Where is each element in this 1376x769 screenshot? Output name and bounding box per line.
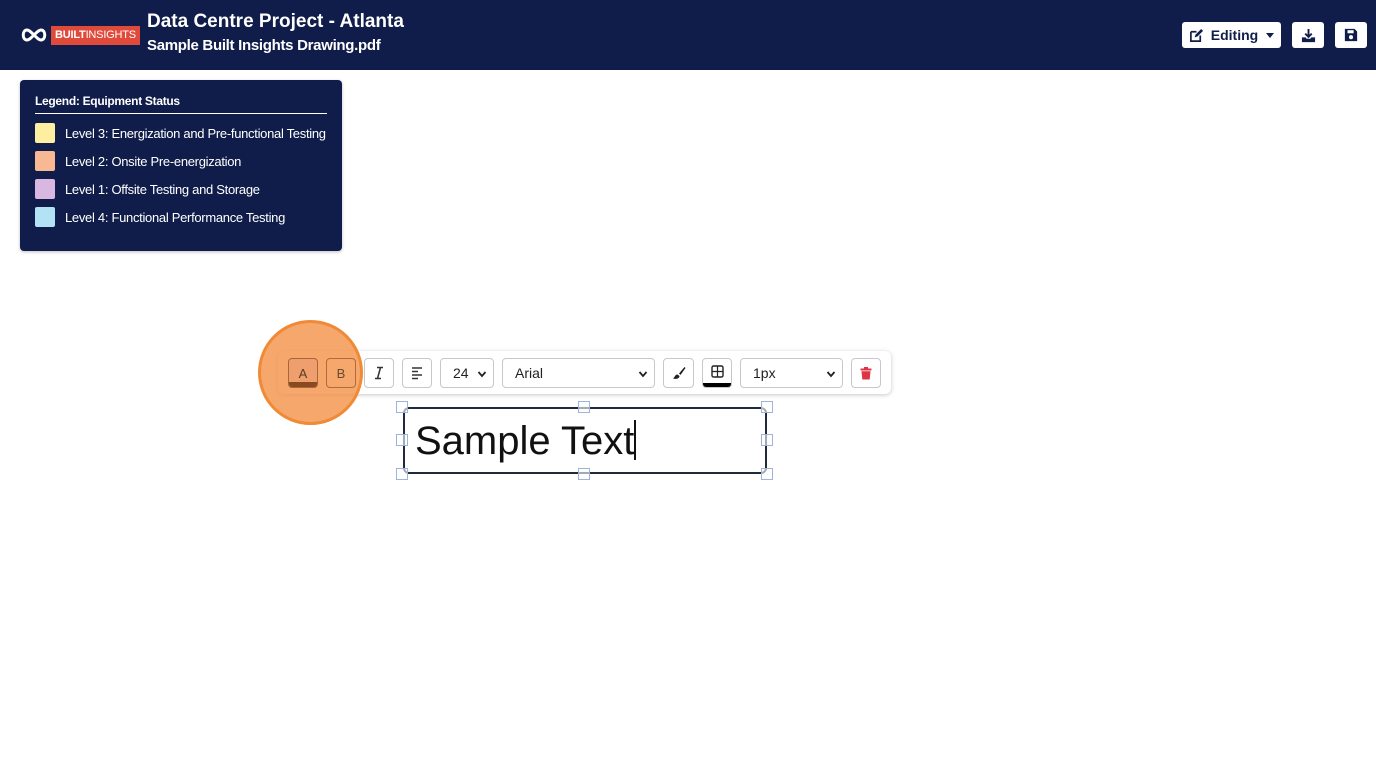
font-size-select[interactable]: 24 [440, 358, 494, 388]
legend-item: Level 3: Energization and Pre-functional… [35, 123, 326, 143]
resize-handle-bottom-right[interactable] [761, 468, 773, 480]
infinity-logo-icon [21, 28, 47, 42]
border-width-value: 1px [753, 365, 776, 381]
border-width-select[interactable]: 1px [740, 358, 843, 388]
legend-item-label: Level 4: Functional Performance Testing [65, 209, 286, 225]
resize-handle-top-left[interactable] [396, 401, 408, 413]
legend-item-label: Level 2: Onsite Pre-energization [65, 153, 242, 169]
text-align-button[interactable] [402, 358, 432, 388]
mode-button-label: Editing [1210, 27, 1259, 43]
font-size-value: 24 [453, 365, 469, 381]
background-color-button[interactable]: B [326, 358, 356, 388]
align-left-icon [412, 367, 422, 380]
background-color-label: B [336, 365, 346, 381]
legend-swatch-yellow [35, 123, 55, 143]
text-color-button[interactable]: A [288, 358, 318, 388]
top-navigation-bar: BUILTINSIGHTS Data Centre Project - Atla… [0, 0, 1376, 70]
chevron-down-icon [1266, 32, 1275, 38]
equipment-status-legend: Legend: Equipment Status Level 3: Energi… [20, 80, 342, 251]
text-color-label: A [298, 365, 308, 381]
download-icon [1301, 28, 1315, 42]
brush-icon [672, 367, 685, 379]
mode-dropdown-button[interactable]: Editing [1182, 22, 1281, 48]
legend-item-label: Level 3: Energization and Pre-functional… [65, 125, 326, 141]
resize-handle-left[interactable] [396, 434, 408, 446]
brush-style-button[interactable] [663, 358, 694, 388]
legend-item: Level 2: Onsite Pre-energization [35, 151, 241, 171]
legend-item: Level 1: Offsite Testing and Storage [35, 179, 260, 199]
download-button[interactable] [1292, 22, 1324, 48]
resize-handle-bottom[interactable] [578, 468, 590, 480]
border-color-swatch [703, 383, 731, 387]
resize-handle-right[interactable] [761, 434, 773, 446]
text-annotation-text: Sample Text [415, 419, 635, 463]
save-button[interactable] [1335, 22, 1367, 48]
title-block: Data Centre Project - Atlanta Sample Bui… [147, 10, 404, 58]
resize-handle-top-right[interactable] [761, 401, 773, 413]
file-name: Sample Built Insights Drawing.pdf [147, 37, 381, 54]
resize-handle-bottom-left[interactable] [396, 468, 408, 480]
logo-wordmark: BUILTINSIGHTS [51, 25, 140, 45]
edit-icon [1189, 28, 1203, 42]
italic-button[interactable] [364, 358, 394, 388]
chevron-down-icon [638, 371, 648, 378]
font-family-value: Arial [515, 365, 544, 381]
text-color-swatch [289, 382, 317, 387]
project-title: Data Centre Project - Atlanta [147, 11, 404, 32]
legend-title: Legend: Equipment Status [35, 94, 327, 114]
legend-swatch-orange [35, 151, 55, 171]
font-family-select[interactable]: Arial [502, 358, 655, 388]
legend-item-label: Level 1: Offsite Testing and Storage [65, 181, 260, 197]
delete-button[interactable] [851, 358, 881, 388]
legend-swatch-purple [35, 179, 55, 199]
border-toggle-button[interactable] [702, 358, 732, 388]
resize-handle-top[interactable] [578, 401, 590, 413]
legend-item: Level 4: Functional Performance Testing [35, 207, 285, 227]
legend-swatch-blue [35, 207, 55, 227]
trash-icon [860, 366, 872, 379]
built-insights-logo[interactable]: BUILTINSIGHTS [20, 25, 140, 45]
border-icon [710, 364, 724, 378]
chevron-down-icon [826, 371, 836, 378]
text-annotation-box[interactable]: Sample Text [403, 407, 767, 474]
text-cursor [634, 420, 637, 460]
italic-icon [375, 366, 383, 380]
save-icon [1344, 28, 1358, 42]
text-annotation-content[interactable]: Sample Text [415, 419, 637, 463]
chevron-down-icon [477, 371, 487, 378]
